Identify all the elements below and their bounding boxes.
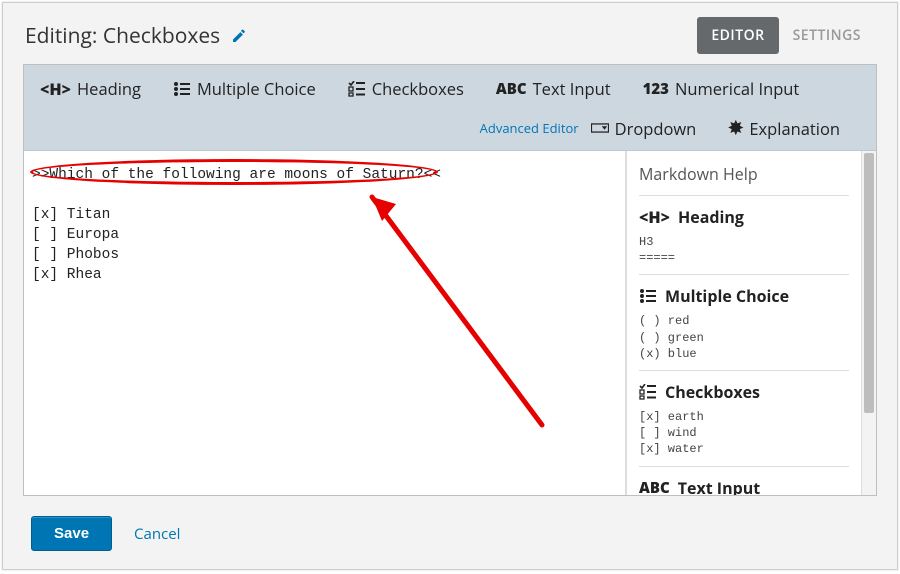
multiple-choice-icon <box>173 81 191 97</box>
tool-ti-label: Text Input <box>533 77 611 100</box>
help-title: Markdown Help <box>639 161 849 195</box>
modal-header: Editing: Checkboxes EDITOR SETTINGS <box>3 3 897 64</box>
checkboxes-icon <box>639 384 657 400</box>
help-cb-code: [x] earth [ ] wind [x] water <box>639 409 849 458</box>
tool-dd-label: Dropdown <box>615 117 697 140</box>
help-mc-label: Multiple Choice <box>665 285 789 307</box>
help-section-heading: <H> Heading H3 ===== <box>639 195 849 274</box>
cancel-button[interactable]: Cancel <box>134 524 180 544</box>
tool-explanation[interactable]: ✸ Explanation <box>722 110 852 150</box>
tool-heading-label: Heading <box>77 77 141 100</box>
dropdown-icon <box>591 120 609 136</box>
tab-editor[interactable]: EDITOR <box>697 17 778 54</box>
multiple-choice-icon <box>639 288 657 304</box>
help-cb-label: Checkboxes <box>665 381 760 403</box>
editor-modal: Editing: Checkboxes EDITOR SETTINGS <H> … <box>2 2 898 570</box>
tool-text-input[interactable]: ABC Text Input <box>490 71 623 110</box>
tool-ni-label: Numerical Input <box>675 77 799 100</box>
tool-cb-label: Checkboxes <box>372 77 464 100</box>
checkboxes-icon <box>348 81 366 97</box>
scrollbar-thumb[interactable] <box>864 153 874 413</box>
advanced-editor-link[interactable]: Advanced Editor <box>480 113 579 147</box>
toolbar: <H> Heading Multiple Choice Checkboxes A… <box>24 65 876 151</box>
editor-pane[interactable]: >>Which of the following are moons of Sa… <box>24 151 627 495</box>
tool-dropdown[interactable]: Dropdown <box>585 111 709 150</box>
text-input-icon: ABC <box>639 478 670 496</box>
editor-textarea[interactable]: >>Which of the following are moons of Sa… <box>24 151 625 299</box>
explanation-icon: ✸ <box>728 116 743 140</box>
footer: Save Cancel <box>3 504 897 569</box>
help-section-ti: ABC Text Input <box>639 466 849 496</box>
tool-mc-label: Multiple Choice <box>197 77 316 100</box>
text-input-icon: ABC <box>496 79 527 99</box>
scrollbar[interactable] <box>861 151 876 495</box>
tab-settings[interactable]: SETTINGS <box>779 17 875 54</box>
content-row: >>Which of the following are moons of Sa… <box>24 151 876 495</box>
page-title: Editing: Checkboxes <box>25 22 220 50</box>
numerical-input-icon: 123 <box>643 79 669 99</box>
tool-ex-label: Explanation <box>749 117 840 140</box>
heading-icon: <H> <box>40 78 71 100</box>
help-pane: Markdown Help <H> Heading H3 ===== Multip… <box>627 151 861 495</box>
workspace: <H> Heading Multiple Choice Checkboxes A… <box>23 64 877 496</box>
help-heading-label: Heading <box>678 206 744 228</box>
pencil-icon[interactable] <box>230 28 248 44</box>
help-ti-label: Text Input <box>678 477 760 496</box>
save-button[interactable]: Save <box>31 516 112 551</box>
tool-heading[interactable]: <H> Heading <box>34 71 153 110</box>
tool-checkboxes[interactable]: Checkboxes <box>342 71 476 110</box>
mode-tabs: EDITOR SETTINGS <box>697 17 875 54</box>
help-mc-code: ( ) red ( ) green (x) blue <box>639 313 849 362</box>
heading-icon: <H> <box>639 206 670 228</box>
tool-numerical-input[interactable]: 123 Numerical Input <box>637 71 812 110</box>
help-section-mc: Multiple Choice ( ) red ( ) green (x) bl… <box>639 274 849 370</box>
help-section-cb: Checkboxes [x] earth [ ] wind [x] water <box>639 370 849 466</box>
help-heading-code: H3 ===== <box>639 234 849 266</box>
tool-multiple-choice[interactable]: Multiple Choice <box>167 71 328 110</box>
